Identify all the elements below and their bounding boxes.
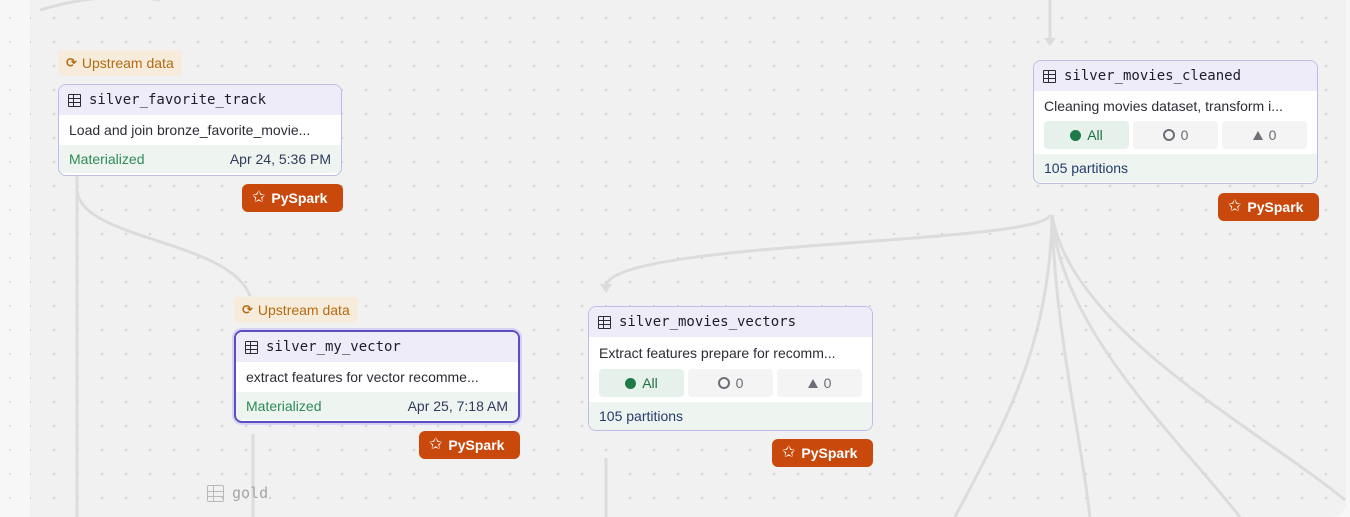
filter-all-label: All: [642, 375, 658, 391]
filter-failed-count: 0: [823, 375, 832, 391]
asset-node-silver-my-vector[interactable]: silver_my_vector extract features for ve…: [234, 330, 520, 423]
table-icon: [1043, 69, 1056, 83]
sync-icon: ⟳: [242, 302, 253, 317]
upstream-label-text: Upstream data: [81, 55, 174, 71]
pyspark-badge: ✩ PySpark: [419, 431, 520, 459]
missing-ring-icon: [717, 377, 730, 389]
node-title[interactable]: silver_movies_cleaned: [1064, 68, 1241, 84]
table-icon: [68, 93, 81, 107]
star-icon: ✩: [252, 189, 266, 206]
materialized-status: Materialized: [246, 398, 322, 414]
table-icon: [245, 340, 258, 354]
node-header: silver_my_vector: [236, 332, 518, 362]
status-dot-icon: [625, 377, 637, 389]
filter-missing[interactable]: 0: [688, 369, 773, 397]
filter-failed[interactable]: 0: [777, 369, 862, 397]
table-icon: [598, 315, 611, 329]
star-icon: ✩: [782, 444, 796, 461]
materialized-timestamp[interactable]: Apr 24, 5:36 PM: [230, 151, 331, 167]
pyspark-badge: ✩ PySpark: [772, 439, 873, 467]
node-description: extract features for vector recomme...: [246, 369, 479, 385]
node-description: Extract features prepare for recomm...: [599, 345, 836, 361]
node-header: silver_favorite_track: [59, 85, 341, 115]
filter-missing-count: 0: [735, 375, 744, 391]
group-table-icon: [207, 484, 224, 502]
partition-count[interactable]: 105 partitions: [599, 408, 683, 424]
filter-failed-count: 0: [1268, 127, 1277, 143]
materialized-timestamp[interactable]: Apr 25, 7:18 AM: [408, 398, 508, 414]
node-title[interactable]: silver_my_vector: [266, 339, 401, 355]
node-footer: 105 partitions: [1034, 154, 1317, 182]
filter-all[interactable]: All: [599, 369, 684, 397]
node-description: Load and join bronze_favorite_movie...: [69, 122, 311, 138]
upstream-label-text: Upstream data: [257, 302, 350, 318]
upstream-data-label[interactable]: ⟳ Upstream data: [234, 297, 358, 323]
warning-triangle-icon: [807, 378, 818, 388]
pyspark-badge: ✩ PySpark: [1218, 193, 1319, 221]
node-header: silver_movies_cleaned: [1034, 61, 1317, 91]
badge-label: PySpark: [801, 445, 858, 461]
node-footer: Materialized Apr 24, 5:36 PM: [59, 145, 341, 173]
partition-filters: All 0 0: [1034, 121, 1317, 154]
group-label: gold: [232, 484, 269, 502]
node-title[interactable]: silver_favorite_track: [89, 92, 266, 108]
filter-missing[interactable]: 0: [1133, 121, 1218, 149]
badge-label: PySpark: [271, 190, 328, 206]
partition-count[interactable]: 105 partitions: [1044, 160, 1128, 176]
status-dot-icon: [1070, 129, 1082, 141]
badge-label: PySpark: [448, 437, 505, 453]
asset-node-silver-movies-cleaned[interactable]: silver_movies_cleaned Cleaning movies da…: [1033, 60, 1318, 184]
asset-node-silver-movies-vectors[interactable]: silver_movies_vectors Extract features p…: [588, 306, 873, 431]
missing-ring-icon: [1162, 129, 1175, 141]
sync-icon: ⟳: [66, 55, 77, 70]
filter-all-label: All: [1087, 127, 1103, 143]
node-footer: Materialized Apr 25, 7:18 AM: [236, 392, 518, 420]
node-header: silver_movies_vectors: [589, 307, 872, 337]
asset-group-gold[interactable]: gold: [207, 484, 268, 502]
asset-node-silver-favorite-track[interactable]: silver_favorite_track Load and join bron…: [58, 84, 342, 176]
pyspark-badge: ✩ PySpark: [242, 184, 343, 212]
star-icon: ✩: [1228, 198, 1242, 215]
materialized-status: Materialized: [69, 151, 145, 167]
upstream-data-label[interactable]: ⟳ Upstream data: [58, 50, 182, 76]
node-description: Cleaning movies dataset, transform i...: [1044, 98, 1283, 114]
node-title[interactable]: silver_movies_vectors: [619, 314, 796, 330]
filter-failed[interactable]: 0: [1222, 121, 1307, 149]
star-icon: ✩: [429, 436, 443, 453]
filter-all[interactable]: All: [1044, 121, 1129, 149]
badge-label: PySpark: [1247, 199, 1304, 215]
filter-missing-count: 0: [1180, 127, 1189, 143]
partition-filters: All 0 0: [589, 369, 872, 402]
node-footer: 105 partitions: [589, 402, 872, 430]
warning-triangle-icon: [1252, 130, 1263, 140]
